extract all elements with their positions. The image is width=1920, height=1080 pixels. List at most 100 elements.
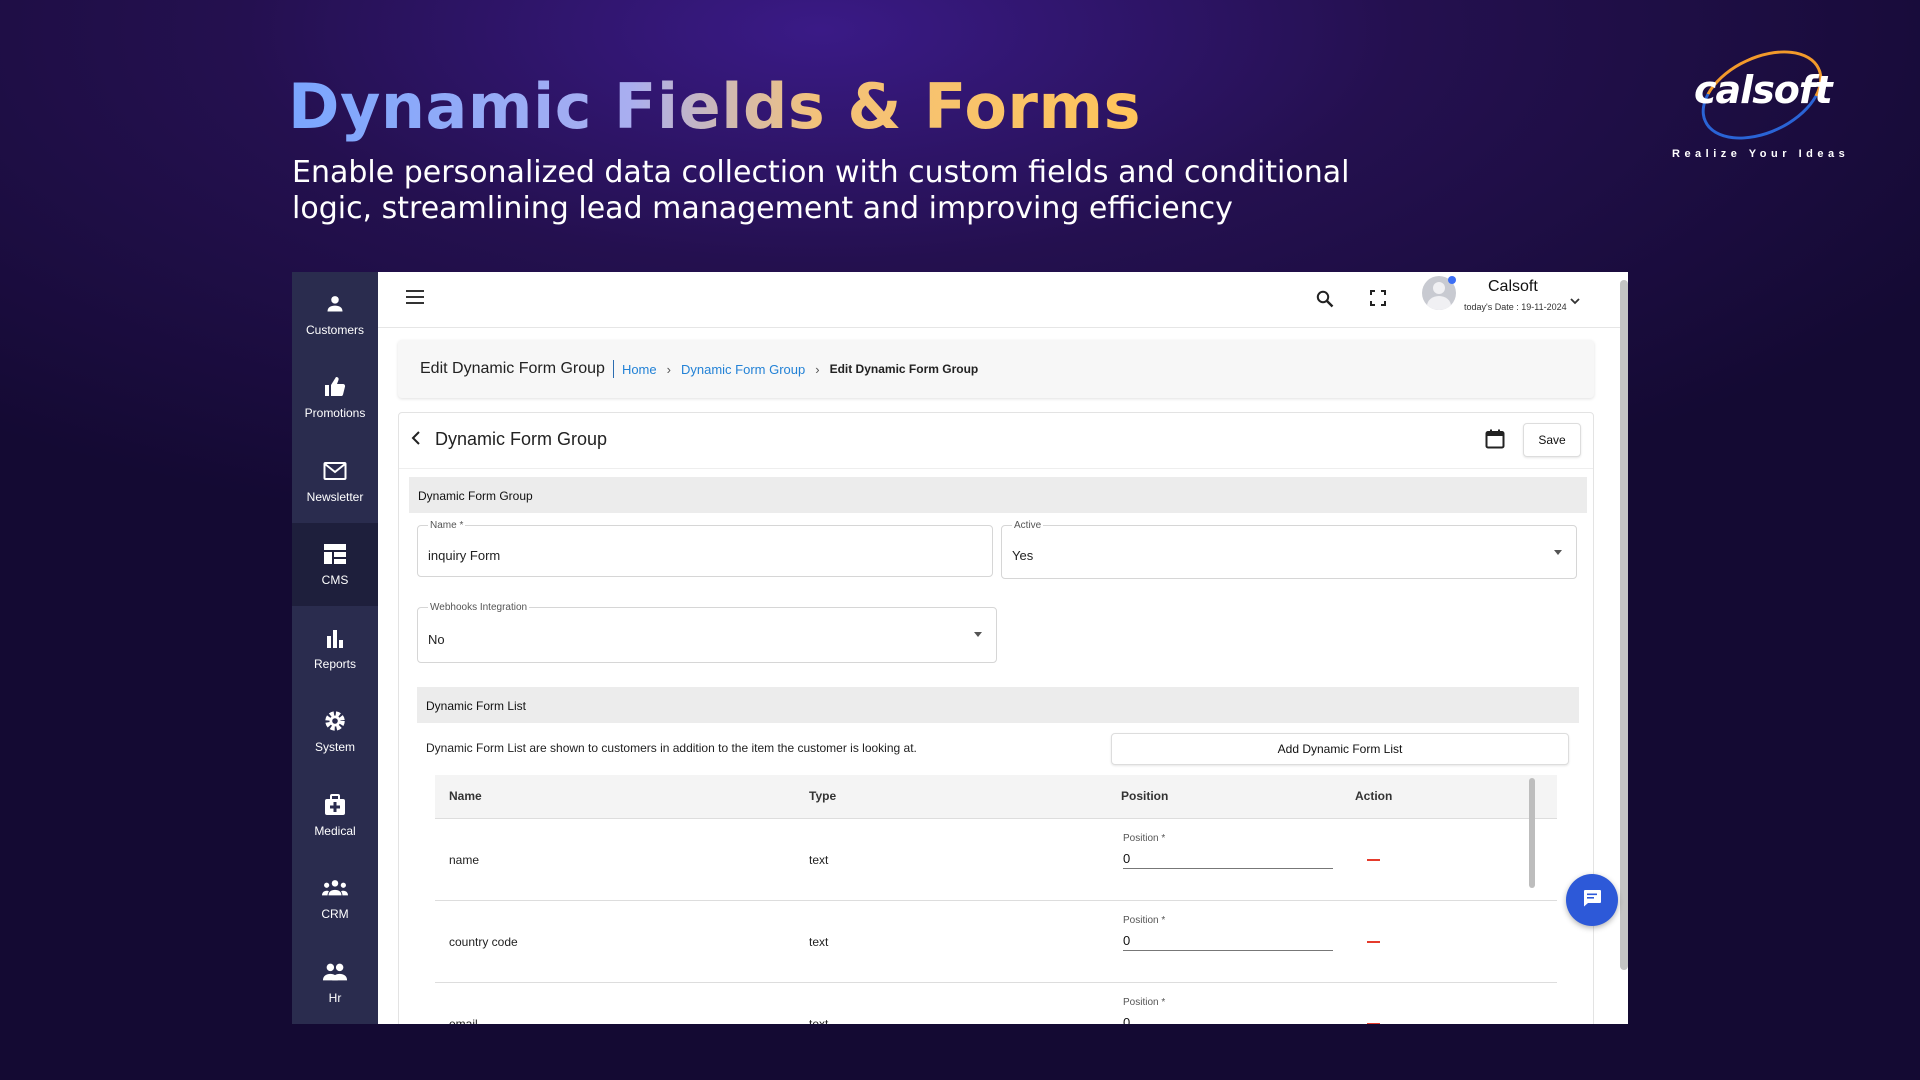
table-row: country code text Position * 0 [435,901,1557,983]
row-type: text [809,935,829,949]
mail-icon [322,458,348,484]
position-input[interactable]: Position * 0 [1123,911,1333,951]
sidebar-item-reports[interactable]: Reports [292,606,378,690]
active-select-value: Yes [1012,548,1034,563]
section-header: Dynamic Form Group [409,477,1587,513]
sidebar-item-label: Newsletter [306,489,364,504]
column-header-position[interactable]: Position [1121,789,1168,803]
sidebar: Customers Promotions Newsletter CMS Repo… [292,272,378,1024]
slide-title: Dynamic Fields & Forms [288,70,1141,143]
position-value: 0 [1123,1015,1131,1024]
people-icon [322,959,348,985]
sidebar-item-system[interactable]: System [292,690,378,774]
search-icon[interactable] [1316,290,1334,313]
sidebar-item-newsletter[interactable]: Newsletter [292,439,378,523]
save-button[interactable]: Save [1523,423,1581,457]
thumbs-up-icon [322,374,348,400]
position-value: 0 [1123,933,1131,948]
breadcrumb-home-link[interactable]: Home [622,362,657,377]
calsoft-logo: calsoft Realize Your Ideas [1668,32,1848,162]
row-name: country code [449,935,518,949]
form-card: Dynamic Form Group Save Dynamic Form Gro… [398,412,1594,1024]
sidebar-item-label: Customers [305,322,364,337]
table-scrollbar[interactable] [1529,778,1535,888]
row-type: text [809,1017,829,1024]
online-status-dot [1448,276,1456,284]
sidebar-item-promotions[interactable]: Promotions [292,356,378,440]
dropdown-arrow-icon [1554,550,1562,555]
name-field-label: Name * [428,520,466,531]
sidebar-item-label: Medical [314,823,356,838]
breadcrumb-current: Edit Dynamic Form Group [829,362,979,376]
name-field[interactable]: Name * inquiry Form [417,521,993,577]
sidebar-item-label: CRM [321,907,349,922]
sidebar-item-medical[interactable]: Medical [292,773,378,857]
list-description: Dynamic Form List are shown to customers… [426,741,917,755]
row-name: email [449,1017,478,1024]
breadcrumb: Edit Dynamic Form Group Home › Dynamic F… [398,340,1594,398]
logo-word: calsoft [1694,68,1833,112]
medical-kit-icon [322,792,348,818]
calendar-icon[interactable] [1485,429,1505,454]
list-section-header: Dynamic Form List [417,687,1579,723]
dropdown-arrow-icon [974,632,982,637]
fullscreen-icon[interactable] [1370,290,1386,311]
active-select[interactable]: Active Yes [1001,521,1577,579]
position-label: Position * [1123,915,1166,926]
chat-icon [1582,889,1602,912]
sidebar-item-label: Promotions [304,406,366,421]
remove-icon[interactable] [1367,941,1380,943]
webhooks-select-value: No [428,632,445,647]
chevron-right-icon: › [815,361,820,377]
form-title: Dynamic Form Group [435,429,608,449]
column-header-name[interactable]: Name [449,789,482,803]
gear-icon [322,708,348,734]
page-title: Edit Dynamic Form Group [420,360,614,378]
active-select-label: Active [1012,520,1044,531]
today-date: today's Date : 19-11-2024 [1464,302,1567,312]
row-type: text [809,853,829,867]
form-header: Dynamic Form Group Save [399,413,1593,469]
dashboard-icon [322,541,348,567]
sidebar-item-hr[interactable]: Hr [292,940,378,1024]
remove-icon[interactable] [1367,859,1380,861]
dynamic-form-list-table: Name Type Position Action name text Posi… [435,775,1557,1024]
sidebar-item-cms[interactable]: CMS [292,522,378,606]
user-name[interactable]: Calsoft [1488,278,1538,296]
bar-chart-icon [322,625,348,651]
position-input[interactable]: Position * 0 [1123,829,1333,869]
sidebar-item-label: Hr [328,990,342,1005]
position-input[interactable]: Position * 0 [1123,993,1333,1024]
breadcrumb-dynamic-form-group-link[interactable]: Dynamic Form Group [681,362,805,377]
page-scrollbar[interactable] [1620,280,1628,970]
person-icon [322,291,348,317]
sidebar-item-label: Reports [313,656,357,671]
back-arrow-icon[interactable] [411,431,421,450]
table-row: name text Position * 0 [435,819,1557,901]
logo-tagline: Realize Your Ideas [1672,148,1850,160]
chevron-right-icon: › [666,361,671,377]
top-bar: Calsoft today's Date : 19-11-2024 [378,272,1628,328]
webhooks-select[interactable]: Webhooks Integration No [417,603,997,663]
webhooks-select-label: Webhooks Integration [428,602,530,613]
table-row: email text Position * 0 [435,983,1557,1024]
group-icon [322,875,348,901]
sidebar-item-crm[interactable]: CRM [292,857,378,941]
sidebar-item-customers[interactable]: Customers [292,272,378,356]
menu-icon[interactable] [406,290,426,310]
app-window: Customers Promotions Newsletter CMS Repo… [292,272,1628,1024]
position-label: Position * [1123,833,1166,844]
chat-button[interactable] [1566,874,1618,926]
column-header-type[interactable]: Type [809,789,836,803]
sidebar-item-label: System [314,740,355,755]
remove-icon[interactable] [1367,1023,1380,1024]
name-field-value: inquiry Form [428,548,501,563]
row-name: name [449,853,480,867]
chevron-down-icon[interactable] [1570,292,1580,310]
column-header-action: Action [1355,789,1393,803]
add-dynamic-form-list-button[interactable]: Add Dynamic Form List [1111,733,1569,765]
table-header: Name Type Position Action [435,775,1557,819]
sidebar-item-label: CMS [321,573,349,588]
main-content: Calsoft today's Date : 19-11-2024 Edit D… [378,272,1628,1024]
slide-subtitle: Enable personalized data collection with… [292,155,1350,226]
